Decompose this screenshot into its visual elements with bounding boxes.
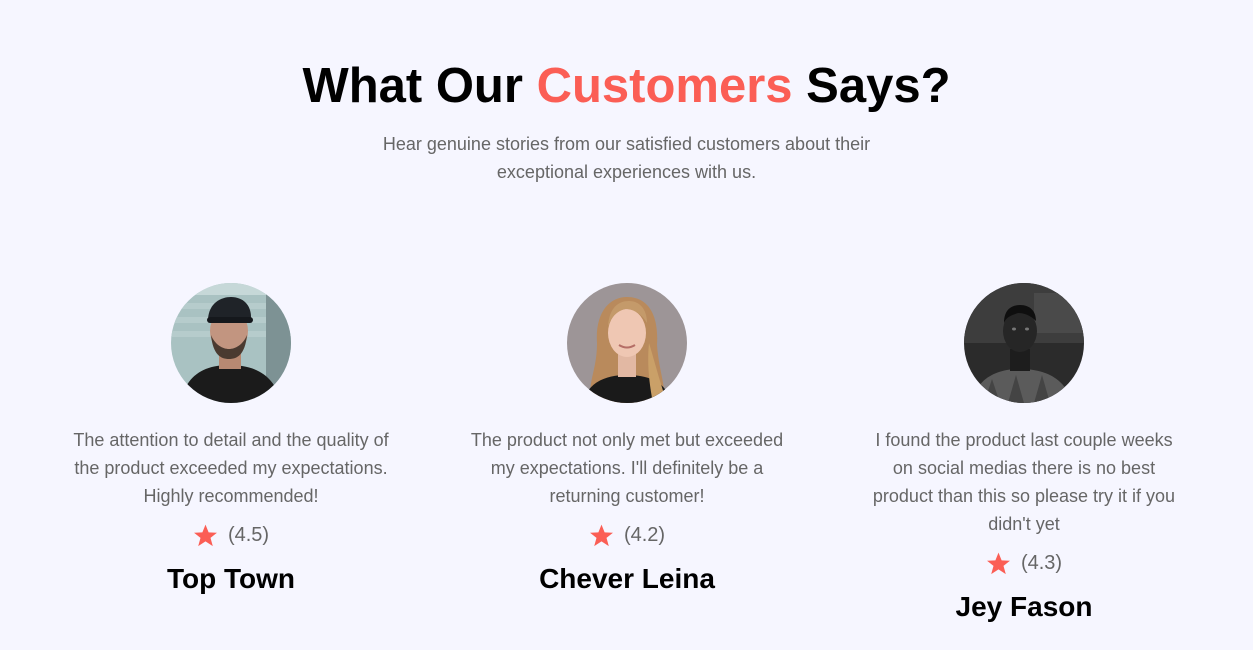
customer-name: Chever Leina bbox=[539, 563, 715, 594]
rating-value: (4.2) bbox=[623, 523, 666, 546]
section-heading: What Our Customers Says? bbox=[0, 56, 1253, 116]
rating-value: (4.3) bbox=[1020, 551, 1063, 574]
rating: (4.5) bbox=[66, 522, 396, 548]
rating: (4.2) bbox=[462, 522, 792, 548]
testimonial-card-1: The attention to detail and the quality … bbox=[66, 283, 396, 596]
star-icon bbox=[193, 524, 217, 546]
star-icon bbox=[589, 524, 613, 546]
rating: (4.3) bbox=[859, 550, 1189, 576]
avatar bbox=[171, 283, 291, 403]
heading-accent: Customers bbox=[536, 59, 793, 113]
customer-name: Top Town bbox=[166, 563, 296, 594]
customer-name: Jey Fason bbox=[955, 591, 1093, 622]
section-subtitle: Hear genuine stories from our satisfied … bbox=[382, 134, 871, 182]
testimonial-quote: The attention to detail and the quality … bbox=[73, 430, 389, 506]
star-icon bbox=[986, 552, 1010, 574]
heading-post: Says? bbox=[806, 59, 951, 113]
avatar bbox=[964, 283, 1084, 403]
testimonial-card-3: I found the product last couple weeks on… bbox=[859, 283, 1189, 624]
avatar bbox=[567, 283, 687, 403]
rating-value: (4.5) bbox=[227, 523, 270, 546]
heading-pre: What Our bbox=[302, 59, 523, 113]
testimonial-quote: The product not only met but exceeded my… bbox=[470, 430, 784, 506]
testimonials-section: What Our Customers Says? Hear genuine st… bbox=[0, 0, 1253, 650]
testimonial-card-2: The product not only met but exceeded my… bbox=[462, 283, 792, 596]
testimonial-quote: I found the product last couple weeks on… bbox=[872, 430, 1176, 534]
